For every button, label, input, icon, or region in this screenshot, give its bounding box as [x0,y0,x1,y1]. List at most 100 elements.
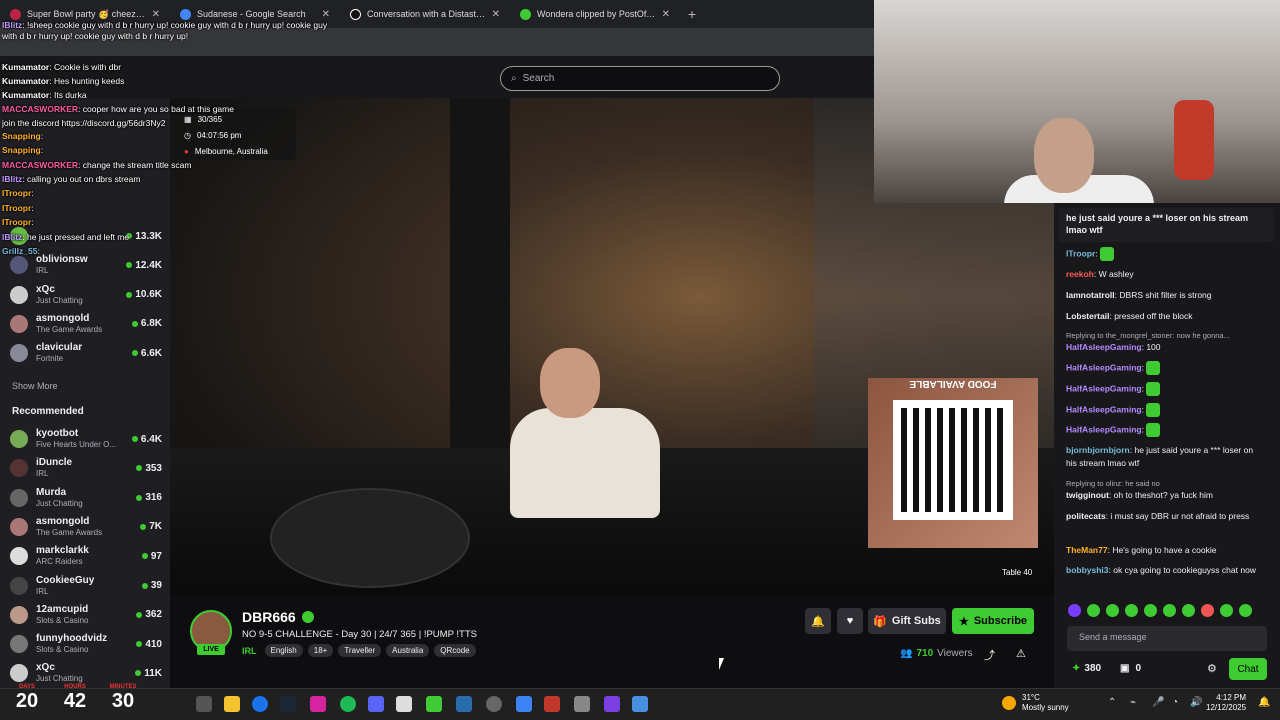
chat-message[interactable]: HalfAsleepGaming: [1066,423,1266,437]
gift-subs-button[interactable]: 🎁 Gift Subs [868,608,946,634]
notification-bell-icon[interactable]: 🔔 [805,608,831,634]
emote-icon[interactable] [1125,604,1138,617]
tag[interactable]: QRcode [434,644,476,657]
microphone-icon[interactable]: 🎤 [1152,697,1164,708]
instagram-icon[interactable] [310,696,326,712]
subscribe-button[interactable]: ★ Subscribe [952,608,1034,634]
volume-icon[interactable]: 🔊 [1190,697,1202,708]
sidebar-channel[interactable]: Murda Just Chatting 316 [10,484,162,512]
notepad-icon[interactable] [516,696,532,712]
chat-settings-gear-icon[interactable]: ⚙ [1207,662,1217,675]
chat-username[interactable]: Lobstertail [1066,311,1109,321]
chat-message[interactable]: HalfAsleepGaming: 100 [1066,341,1266,354]
report-icon[interactable]: ⚠ [1016,647,1026,660]
spotify-icon[interactable] [340,696,356,712]
sidebar-channel[interactable]: kyootbot Five Hearts Under O... 6.4K [10,425,162,453]
chat-username[interactable]: HalfAsleepGaming [1066,362,1142,372]
pinned-message[interactable]: he just said youre a *** loser on his st… [1058,208,1274,242]
category-link[interactable]: IRL [242,646,257,656]
weather-widget[interactable]: 31°C Mostly sunny [1002,693,1069,713]
app-icon[interactable] [604,696,620,712]
task-view-icon[interactable] [196,696,212,712]
channel-points[interactable]: ✦ 380 [1072,663,1101,674]
chat-username[interactable]: bobbyshi3 [1066,565,1109,575]
chest-counter[interactable]: ▣ 0 [1120,663,1141,674]
chat-username[interactable]: HalfAsleepGaming [1066,342,1142,352]
close-tab-icon[interactable]: ✕ [322,9,330,20]
emote-icon[interactable] [1220,604,1233,617]
emote-icon[interactable] [1144,604,1157,617]
chat-username[interactable]: politecats [1066,511,1106,521]
chevron-up-icon[interactable]: ⌃ [1108,697,1116,708]
browser-tab[interactable]: Conversation with a Distasteful ✕ [340,0,510,28]
chat-message[interactable]: HalfAsleepGaming: [1066,403,1266,417]
tag[interactable]: English [264,644,303,657]
sidebar-channel[interactable]: CookieeGuy IRL 39 [10,572,162,600]
emote-icon[interactable] [1087,604,1100,617]
chat-username[interactable]: TheMan77 [1066,545,1108,555]
chat-send-button[interactable]: Chat [1229,658,1267,680]
kick-app-icon[interactable] [426,696,442,712]
emote-icon[interactable] [1068,604,1081,617]
sidebar-channel[interactable]: clavicular Fortnite 6.6K [10,339,162,367]
chat-message[interactable]: Iamnotatroll: DBRS shit filter is strong [1066,289,1266,302]
chat-message[interactable]: twigginout: oh to theshot? ya fuck him [1066,489,1266,502]
emote-icon[interactable] [1106,604,1119,617]
chat-username[interactable]: ITroopr [1066,248,1095,258]
steam-icon[interactable] [280,696,296,712]
emote-icon[interactable] [1163,604,1176,617]
sidebar-channel[interactable]: 12amcupid Slots & Casino 362 [10,601,162,629]
system-clock[interactable]: 4:12 PM 12/12/2025 [1206,693,1246,713]
app-icon[interactable] [456,696,472,712]
sidebar-channel[interactable]: xQc Just Chatting 10.6K [10,281,162,309]
network-icon[interactable]: ⌁ [1130,697,1136,708]
tag[interactable]: 18+ [307,644,334,657]
emote-icon[interactable] [1239,604,1252,617]
app-icon[interactable] [396,696,412,712]
emote-icon[interactable] [1201,604,1214,617]
sidebar-channel[interactable]: funnyhoodvidz Slots & Casino 410 [10,630,162,658]
close-tab-icon[interactable]: ✕ [152,9,160,20]
chat-message[interactable]: ITroopr: [1066,247,1266,261]
chat-input[interactable]: Send a message [1067,626,1267,651]
chat-username[interactable]: HalfAsleepGaming [1066,424,1142,434]
share-icon[interactable]: ⤴ [984,647,995,663]
show-more-link[interactable]: Show More [12,381,58,391]
chat-username[interactable]: Iamnotatroll [1066,290,1115,300]
settings-icon[interactable] [574,696,590,712]
search-input[interactable]: ⌕ Search [500,66,780,91]
close-tab-icon[interactable]: ✕ [492,9,500,20]
chat-message[interactable]: Lobstertail: pressed off the block [1066,310,1266,323]
file-explorer-icon[interactable] [224,696,240,712]
sidebar-channel[interactable]: asmongold The Game Awards 6.8K [10,310,162,338]
chat-username[interactable]: HalfAsleepGaming [1066,404,1142,414]
chat-message[interactable]: TheMan77: He's going to have a cookie [1066,544,1266,557]
chat-username[interactable]: reekoh [1066,269,1094,279]
tag[interactable]: Traveller [338,644,382,657]
app-icon[interactable] [486,696,502,712]
app-icon[interactable] [632,696,648,712]
new-tab-button[interactable]: + [680,6,704,22]
chat-username[interactable]: HalfAsleepGaming [1066,383,1142,393]
chat-message[interactable]: bobbyshi3: ok cya going to cookieguyss c… [1066,564,1266,577]
app-icon[interactable] [544,696,560,712]
chat-username[interactable]: bjornbjornbjorn [1066,445,1130,455]
chat-message[interactable]: HalfAsleepGaming: [1066,382,1266,396]
sidebar-channel[interactable]: markclarkk ARC Raiders 97 [10,542,162,570]
streamer-name[interactable]: DBR666 [242,609,314,625]
close-tab-icon[interactable]: ✕ [662,9,670,20]
emote-icon[interactable] [1182,604,1195,617]
chrome-icon[interactable] [252,696,268,712]
wifi-icon[interactable]: ◔ [1172,697,1178,708]
chat-message[interactable]: HalfAsleepGaming: [1066,361,1266,375]
follow-heart-icon[interactable]: ♥ [837,608,863,634]
sidebar-channel[interactable]: asmongold The Game Awards 7K [10,513,162,541]
chat-message[interactable]: reekoh: W ashley [1066,268,1266,281]
discord-icon[interactable] [368,696,384,712]
browser-tab[interactable]: Wondera clipped by PostOffice ✕ [510,0,680,28]
chat-message[interactable]: bjornbjornbjorn: he just said youre a **… [1066,444,1266,470]
chat-message[interactable]: politecats: i must say DBR ur not afraid… [1066,510,1266,523]
chat-username[interactable]: twigginout [1066,490,1109,500]
notification-icon[interactable]: 🔔 [1258,697,1270,708]
tag[interactable]: Australia [386,644,430,657]
